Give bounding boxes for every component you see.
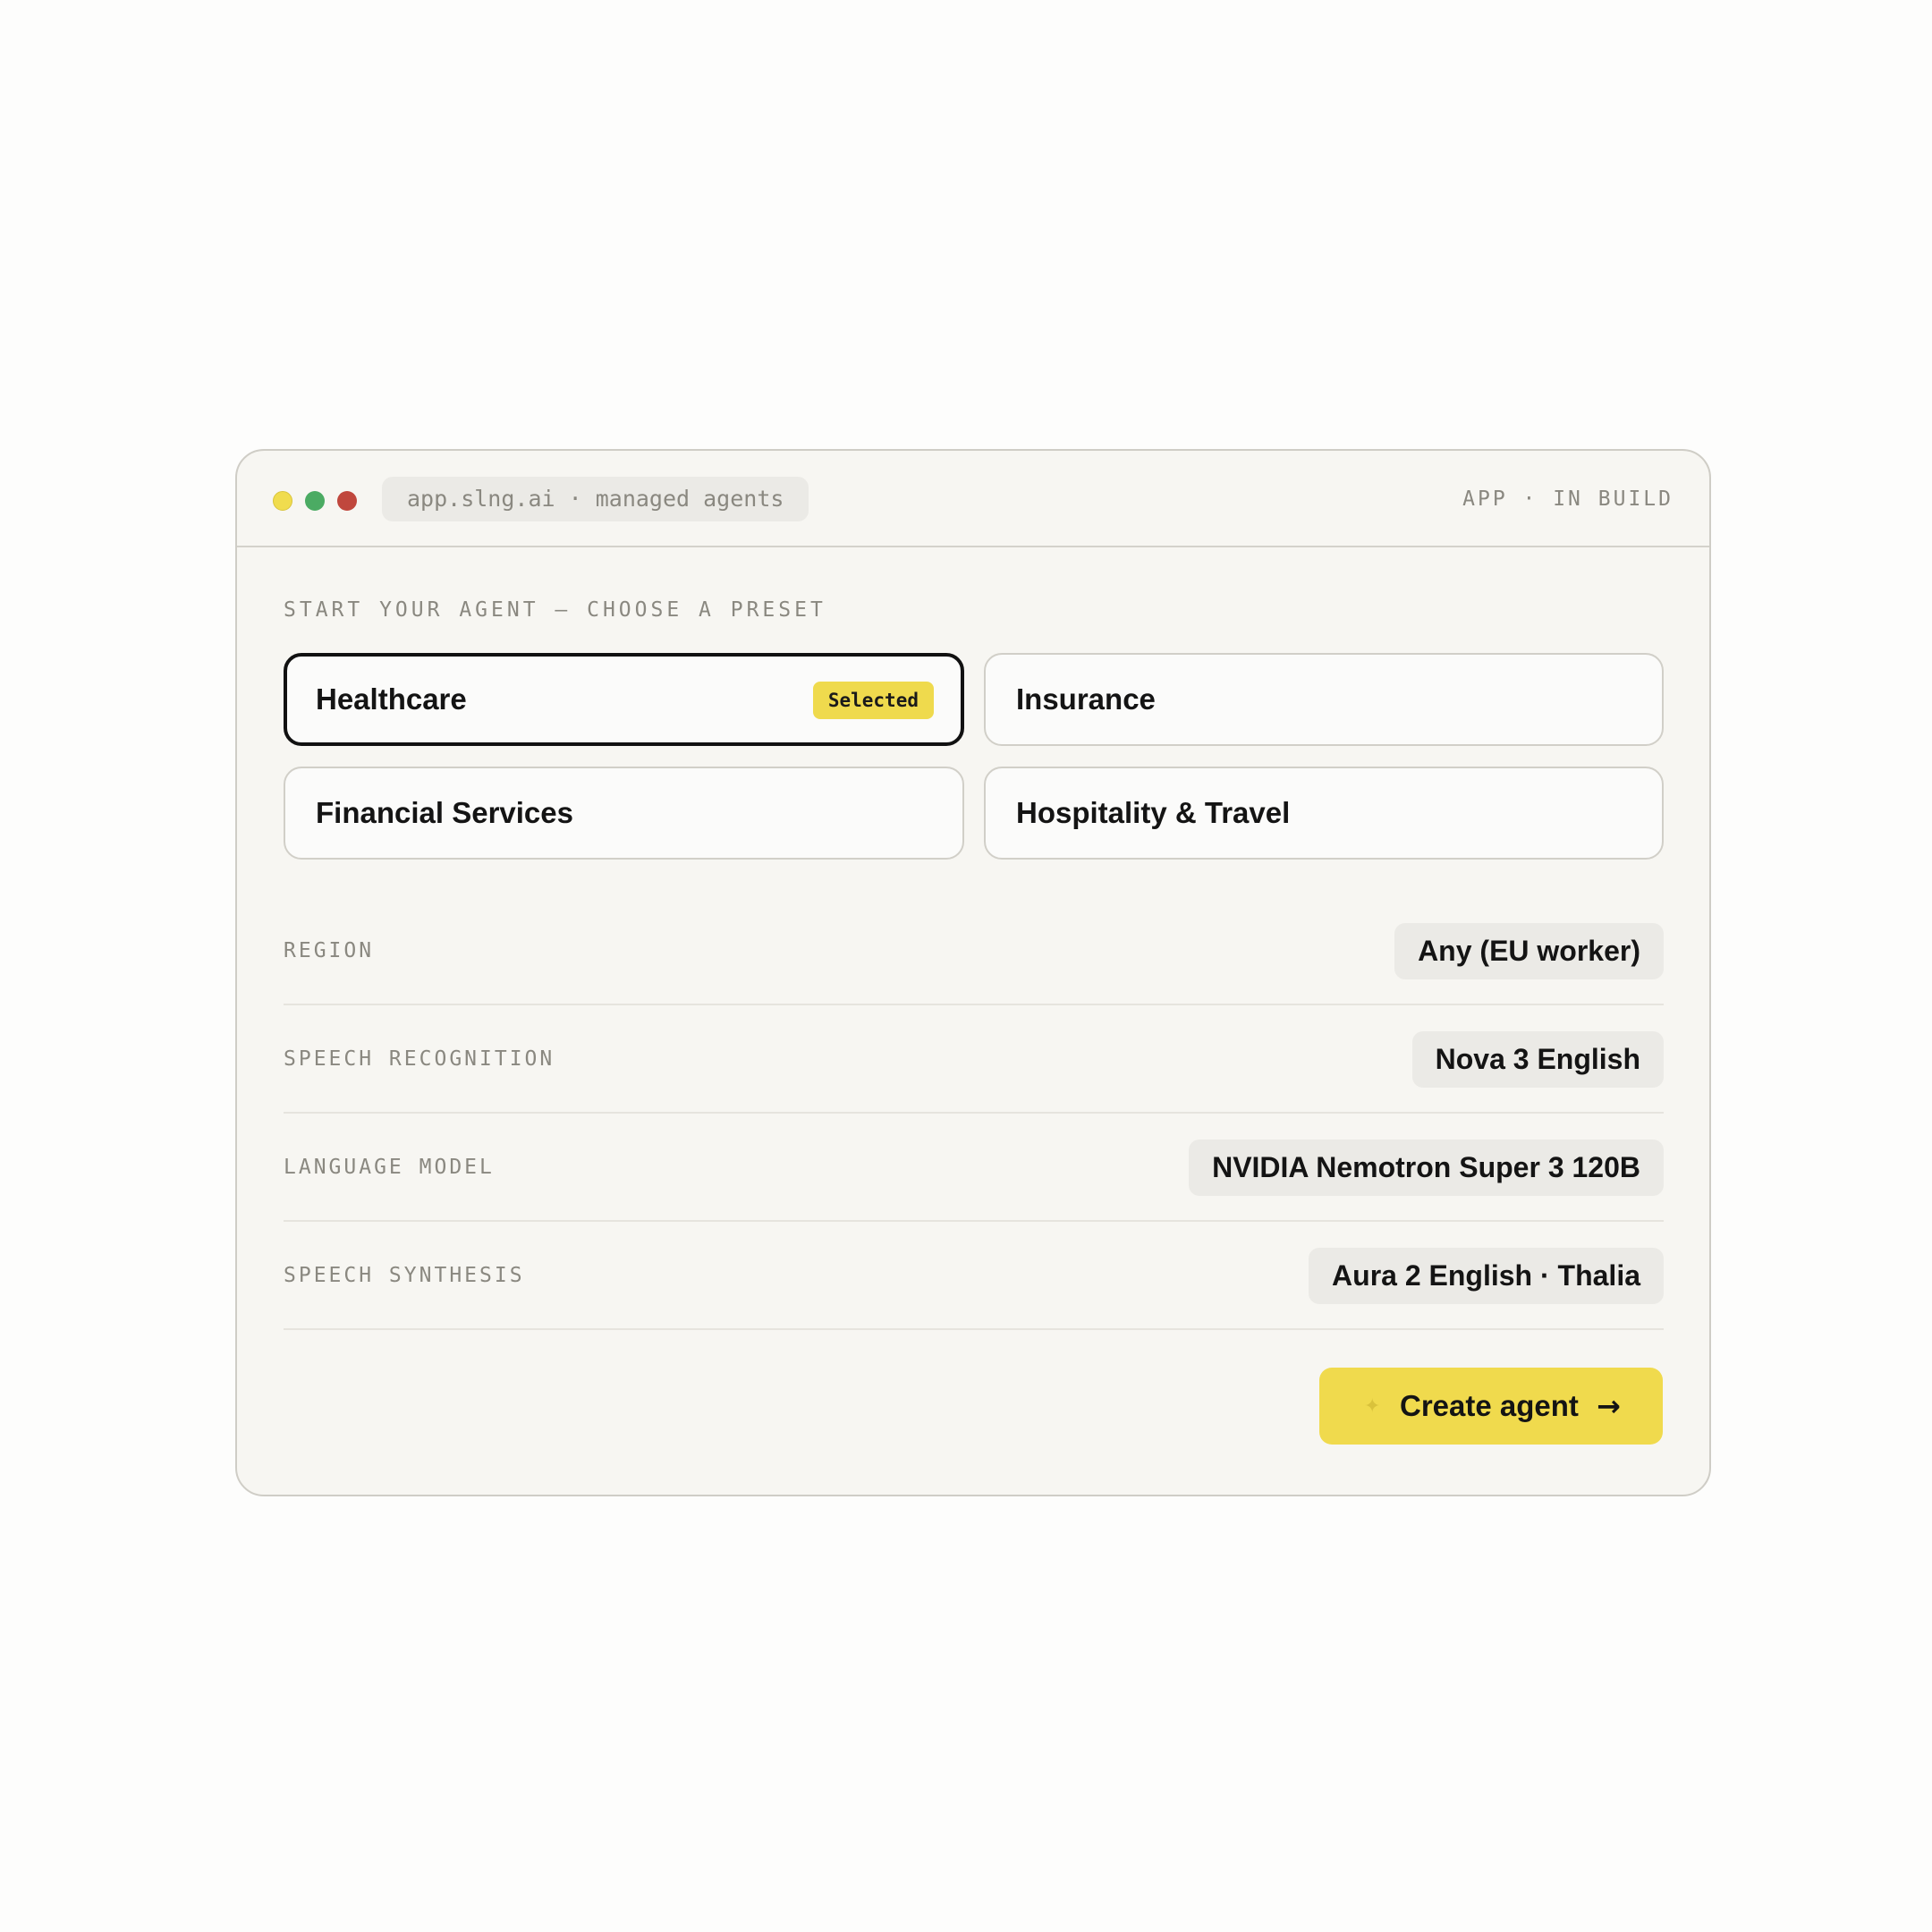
speech-recognition-select[interactable]: Nova 3 English	[1411, 1031, 1664, 1088]
preset-card-financial-services[interactable]: Financial Services	[284, 767, 964, 860]
create-agent-button[interactable]: ✦ Create agent →	[1319, 1368, 1663, 1445]
region-select[interactable]: Any (EU worker)	[1394, 923, 1664, 979]
selected-badge: Selected	[812, 682, 934, 719]
address-bar[interactable]: app.slng.ai · managed agents	[382, 477, 809, 521]
arrow-right-icon: →	[1597, 1389, 1621, 1423]
preset-name: Healthcare	[316, 682, 467, 716]
maximize-window-button[interactable]	[305, 491, 325, 511]
preset-section-label: START YOUR AGENT — CHOOSE A PRESET	[284, 598, 826, 622]
config-label: LANGUAGE MODEL	[284, 1156, 495, 1179]
config-label: REGION	[284, 939, 375, 962]
app-window: app.slng.ai · managed agents APP · IN BU…	[235, 449, 1711, 1496]
preset-name: Financial Services	[316, 796, 573, 829]
preset-card-healthcare[interactable]: Healthcare Selected	[284, 653, 964, 746]
close-window-button[interactable]	[337, 491, 357, 511]
speech-synthesis-select[interactable]: Aura 2 English · Thalia	[1309, 1248, 1664, 1304]
minimize-window-button[interactable]	[273, 491, 292, 511]
language-model-select[interactable]: NVIDIA Nemotron Super 3 120B	[1189, 1140, 1664, 1196]
config-row-language-model: LANGUAGE MODEL NVIDIA Nemotron Super 3 1…	[284, 1114, 1664, 1222]
config-label: SPEECH SYNTHESIS	[284, 1264, 525, 1287]
build-status: APP · IN BUILD	[1462, 487, 1674, 511]
create-agent-label: Create agent	[1400, 1389, 1579, 1422]
config-label: SPEECH RECOGNITION	[284, 1047, 555, 1071]
config-row-speech-recognition: SPEECH RECOGNITION Nova 3 English	[284, 1005, 1664, 1114]
title-bar: app.slng.ai · managed agents APP · IN BU…	[237, 451, 1709, 547]
preset-name: Insurance	[1016, 682, 1156, 716]
preset-card-hospitality-travel[interactable]: Hospitality & Travel	[984, 767, 1664, 860]
preset-card-insurance[interactable]: Insurance	[984, 653, 1664, 746]
config-row-speech-synthesis: SPEECH SYNTHESIS Aura 2 English · Thalia	[284, 1222, 1664, 1330]
sparkle-icon: ✦	[1364, 1394, 1381, 1417]
config-row-region: REGION Any (EU worker)	[284, 897, 1664, 1005]
preset-name: Hospitality & Travel	[1016, 796, 1291, 829]
